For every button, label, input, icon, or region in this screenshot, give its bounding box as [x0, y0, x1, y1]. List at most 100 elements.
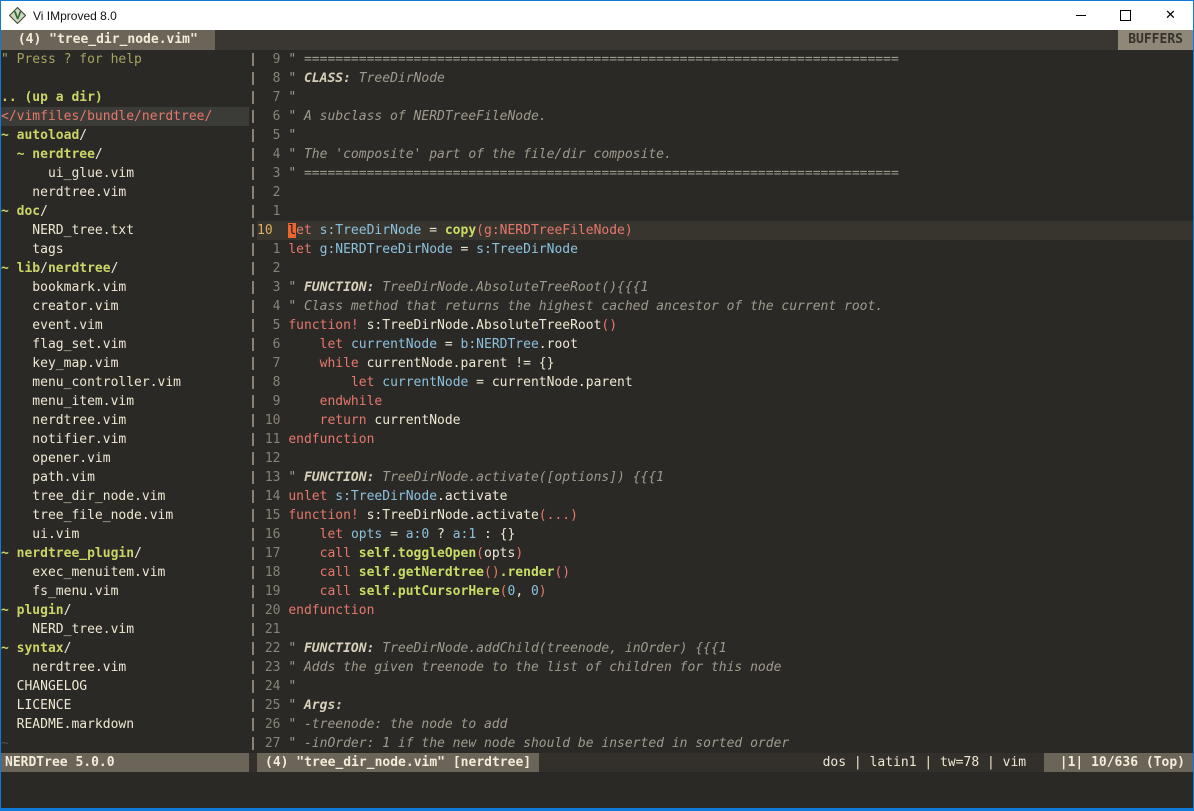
editor-line[interactable]: 6 let currentNode = b:NERDTree.root: [257, 335, 1193, 354]
nerdtree-line[interactable]: ui_glue.vim: [1, 164, 249, 183]
editor-line[interactable]: 26 " -treenode: the node to add: [257, 715, 1193, 734]
editor-line[interactable]: 21: [257, 620, 1193, 639]
token: =: [437, 337, 460, 352]
token: tree_dir_node.vim: [1, 489, 165, 504]
nerdtree-line[interactable]: ui.vim: [1, 525, 249, 544]
editor-line[interactable]: 19 call self.putCursorHere(0, 0): [257, 582, 1193, 601]
line-number: 9: [257, 394, 288, 409]
nerdtree-line[interactable]: tree_dir_node.vim: [1, 487, 249, 506]
editor-line[interactable]: 12: [257, 449, 1193, 468]
nerdtree-line[interactable]: menu_controller.vim: [1, 373, 249, 392]
editor-line[interactable]: 2: [257, 183, 1193, 202]
nerdtree-line[interactable]: bookmark.vim: [1, 278, 249, 297]
nerdtree-line[interactable]: ~ lib/nerdtree/: [1, 259, 249, 278]
editor-line[interactable]: 5 ": [257, 126, 1193, 145]
editor-line[interactable]: 24 ": [257, 677, 1193, 696]
editor-line[interactable]: 1 let g:NERDTreeDirNode = s:TreeDirNode: [257, 240, 1193, 259]
token: ~ doc: [1, 204, 40, 219]
token: (g:NERDTreeFileNode): [476, 223, 633, 238]
token: " Adds the given treenode to the list of…: [288, 660, 781, 675]
nerdtree-line[interactable]: nerdtree.vim: [1, 411, 249, 430]
editor-line[interactable]: 8 " CLASS: TreeDirNode: [257, 69, 1193, 88]
nerdtree-line[interactable]: ~ nerdtree_plugin/: [1, 544, 249, 563]
nerdtree-line[interactable]: ~ syntax/: [1, 639, 249, 658]
editor-line[interactable]: 23 " Adds the given treenode to the list…: [257, 658, 1193, 677]
nerdtree-line[interactable]: creator.vim: [1, 297, 249, 316]
nerdtree-line[interactable]: fs_menu.vim: [1, 582, 249, 601]
nerdtree-line[interactable]: opener.vim: [1, 449, 249, 468]
nerdtree-line[interactable]: ~ plugin/: [1, 601, 249, 620]
editor-line[interactable]: 1: [257, 202, 1193, 221]
maximize-button[interactable]: [1103, 1, 1148, 30]
nerdtree-line[interactable]: path.vim: [1, 468, 249, 487]
editor-line[interactable]: 20 endfunction: [257, 601, 1193, 620]
nerdtree-line[interactable]: CHANGELOG: [1, 677, 249, 696]
editor-line[interactable]: 11 endfunction: [257, 430, 1193, 449]
editor-line[interactable]: 18 call self.getNerdtree().render(): [257, 563, 1193, 582]
editor-line[interactable]: 15 function! s:TreeDirNode.activate(...): [257, 506, 1193, 525]
nerdtree-line[interactable]: menu_item.vim: [1, 392, 249, 411]
nerdtree-line[interactable]: nerdtree.vim: [1, 183, 249, 202]
editor-line[interactable]: 10 let s:TreeDirNode = copy(g:NERDTreeFi…: [257, 221, 1193, 240]
editor-line[interactable]: 3 " FUNCTION: TreeDirNode.AbsoluteTreeRo…: [257, 278, 1193, 297]
token: " -inOrder: 1 if the new node should be …: [288, 736, 789, 751]
editor-line[interactable]: 27 " -inOrder: 1 if the new node should …: [257, 734, 1193, 753]
editor-line[interactable]: 25 " Args:: [257, 696, 1193, 715]
token: NERD_tree.vim: [1, 622, 134, 637]
editor-line[interactable]: 16 let opts = a:0 ? a:1 : {}: [257, 525, 1193, 544]
token: nerdtree.vim: [1, 185, 126, 200]
nerdtree-line[interactable]: notifier.vim: [1, 430, 249, 449]
nerdtree-line[interactable]: NERD_tree.vim: [1, 620, 249, 639]
editor-line[interactable]: 10 return currentNode: [257, 411, 1193, 430]
nerdtree-line[interactable]: ~ autoload/: [1, 126, 249, 145]
editor-line[interactable]: 2: [257, 259, 1193, 278]
token: flag_set.vim: [1, 337, 126, 352]
nerdtree-line[interactable]: ~ doc/: [1, 202, 249, 221]
editor-line[interactable]: 17 call self.toggleOpen(opts): [257, 544, 1193, 563]
nerdtree-line[interactable]: key_map.vim: [1, 354, 249, 373]
token: menu_item.vim: [1, 394, 134, 409]
nerdtree-line[interactable]: README.markdown: [1, 715, 249, 734]
nerdtree-line[interactable]: nerdtree.vim: [1, 658, 249, 677]
close-button[interactable]: ✕: [1148, 1, 1193, 30]
editor-line[interactable]: 6 " A subclass of NERDTreeFileNode.: [257, 107, 1193, 126]
nerdtree-line[interactable]: exec_menuitem.vim: [1, 563, 249, 582]
minimize-button[interactable]: [1058, 1, 1103, 30]
token: [288, 337, 319, 352]
editor-line[interactable]: 9 endwhile: [257, 392, 1193, 411]
editor-line[interactable]: 4 " The 'composite' part of the file/dir…: [257, 145, 1193, 164]
token: ~ lib: [1, 261, 40, 276]
editor-line[interactable]: 3 " ====================================…: [257, 164, 1193, 183]
nerdtree-line[interactable]: ~: [1, 734, 249, 753]
editor-line[interactable]: 14 unlet s:TreeDirNode.activate: [257, 487, 1193, 506]
editor-line[interactable]: 7 while currentNode.parent != {}: [257, 354, 1193, 373]
editor-line[interactable]: 13 " FUNCTION: TreeDirNode.activate([opt…: [257, 468, 1193, 487]
nerdtree-line[interactable]: event.vim: [1, 316, 249, 335]
buffers-label[interactable]: BUFFERS: [1118, 30, 1193, 50]
window-separator[interactable]: [249, 50, 257, 753]
nerdtree-line[interactable]: ~ nerdtree/: [1, 145, 249, 164]
nerdtree-line[interactable]: NERD_tree.txt: [1, 221, 249, 240]
token: opener.vim: [1, 451, 111, 466]
editor-line[interactable]: 5 function! s:TreeDirNode.AbsoluteTreeRo…: [257, 316, 1193, 335]
editor-line[interactable]: 7 ": [257, 88, 1193, 107]
nerdtree-line[interactable]: LICENCE: [1, 696, 249, 715]
editor-line[interactable]: 4 " Class method that returns the highes…: [257, 297, 1193, 316]
token: .activate: [437, 489, 507, 504]
nerdtree-line[interactable]: flag_set.vim: [1, 335, 249, 354]
nerdtree-line[interactable]: </vimfiles/bundle/nerdtree/: [1, 107, 249, 126]
editor-line[interactable]: 22 " FUNCTION: TreeDirNode.addChild(tree…: [257, 639, 1193, 658]
token: return: [320, 413, 367, 428]
nerdtree-line[interactable]: .. (up a dir): [1, 88, 249, 107]
token: ": [288, 280, 304, 295]
nerdtree-line[interactable]: [1, 69, 249, 88]
token: call: [320, 546, 351, 561]
nerdtree-line[interactable]: tags: [1, 240, 249, 259]
tab-tree-dir-node[interactable]: (4) "tree_dir_node.vim": [1, 30, 215, 50]
command-line[interactable]: [1, 772, 1193, 808]
nerdtree-line[interactable]: " Press ? for help: [1, 50, 249, 69]
line-number: 7: [257, 90, 288, 105]
editor-line[interactable]: 8 let currentNode = currentNode.parent: [257, 373, 1193, 392]
editor-line[interactable]: 9 " ====================================…: [257, 50, 1193, 69]
nerdtree-line[interactable]: tree_file_node.vim: [1, 506, 249, 525]
